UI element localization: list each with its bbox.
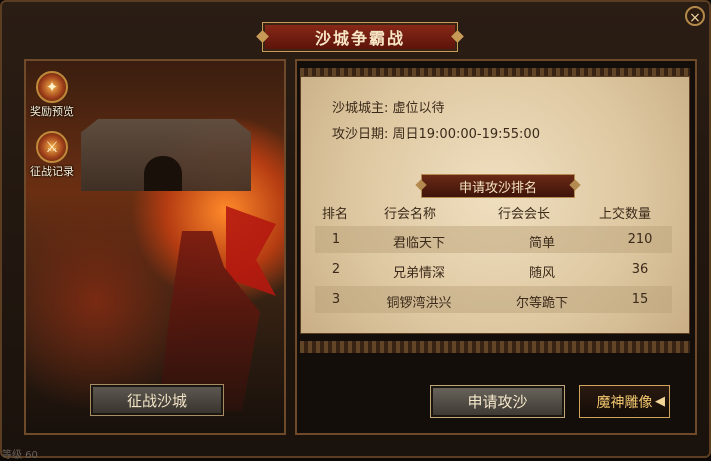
table-row: 2 兄弟情深 随风 36 — [315, 256, 672, 283]
treasure-chest-icon: ✦ — [36, 71, 68, 103]
attack-sand-city-button[interactable]: 征战沙城 — [90, 384, 224, 416]
guild-name-cell: 铜锣湾洪兴 — [386, 296, 452, 311]
arrow-left-icon: ◀ — [655, 394, 665, 409]
header-guild-name: 行会名称 — [384, 207, 437, 222]
header-guild-leader: 行会会长 — [498, 207, 551, 222]
header-amount: 上交数量 — [599, 207, 652, 222]
footer-level-text: 等级 60 — [2, 450, 38, 461]
meander-border-bottom — [300, 341, 690, 353]
rank-cell: 2 — [331, 262, 341, 277]
amount-cell: 15 — [631, 292, 649, 307]
header-rank: 排名 — [322, 207, 349, 222]
siege-date-text: 攻沙日期: 周日19:00:00-19:55:00 — [332, 127, 540, 142]
close-icon[interactable]: × — [685, 6, 705, 26]
ranking-title: 申请攻沙排名 — [421, 174, 575, 198]
amount-cell: 210 — [627, 232, 653, 247]
battle-record-label: 征战记录 — [30, 165, 74, 178]
amount-cell: 36 — [631, 262, 649, 277]
window-title: 沙城争霸战 — [314, 29, 405, 48]
reward-preview-label: 奖励预览 — [30, 105, 74, 118]
guild-leader-cell: 随风 — [528, 266, 555, 281]
ranking-title-text: 申请攻沙排名 — [458, 180, 537, 196]
guild-leader-cell: 简单 — [528, 236, 555, 251]
demon-statue-button[interactable]: 魔神雕像 ◀ — [579, 385, 670, 418]
sand-city-war-window: 沙城争霸战 × ✦ 奖励预览 ⚔ 征战记录 征战沙城 沙城城主: 虚位以待 攻沙… — [0, 0, 711, 461]
crossed-swords-icon: ⚔ — [36, 131, 68, 163]
rank-cell: 1 — [331, 232, 341, 247]
apply-siege-button[interactable]: 申请攻沙 — [430, 385, 565, 418]
title-banner: 沙城争霸战 — [262, 22, 458, 52]
table-row: 3 铜锣湾洪兴 尔等跪下 15 — [315, 286, 672, 313]
fortress-gate-illustration — [144, 156, 182, 191]
battle-record-button[interactable]: ⚔ 征战记录 — [26, 131, 78, 179]
guild-leader-cell: 尔等跪下 — [515, 296, 568, 311]
table-row: 1 君临天下 简单 210 — [315, 226, 672, 253]
rank-cell: 3 — [331, 292, 341, 307]
demon-statue-label: 魔神雕像 — [596, 394, 653, 411]
city-owner-text: 沙城城主: 虚位以待 — [332, 101, 445, 116]
guild-name-cell: 君临天下 — [392, 236, 445, 251]
battle-artwork-panel: ✦ 奖励预览 ⚔ 征战记录 — [24, 59, 286, 435]
guild-name-cell: 兄弟情深 — [392, 266, 445, 281]
reward-preview-button[interactable]: ✦ 奖励预览 — [26, 71, 78, 119]
